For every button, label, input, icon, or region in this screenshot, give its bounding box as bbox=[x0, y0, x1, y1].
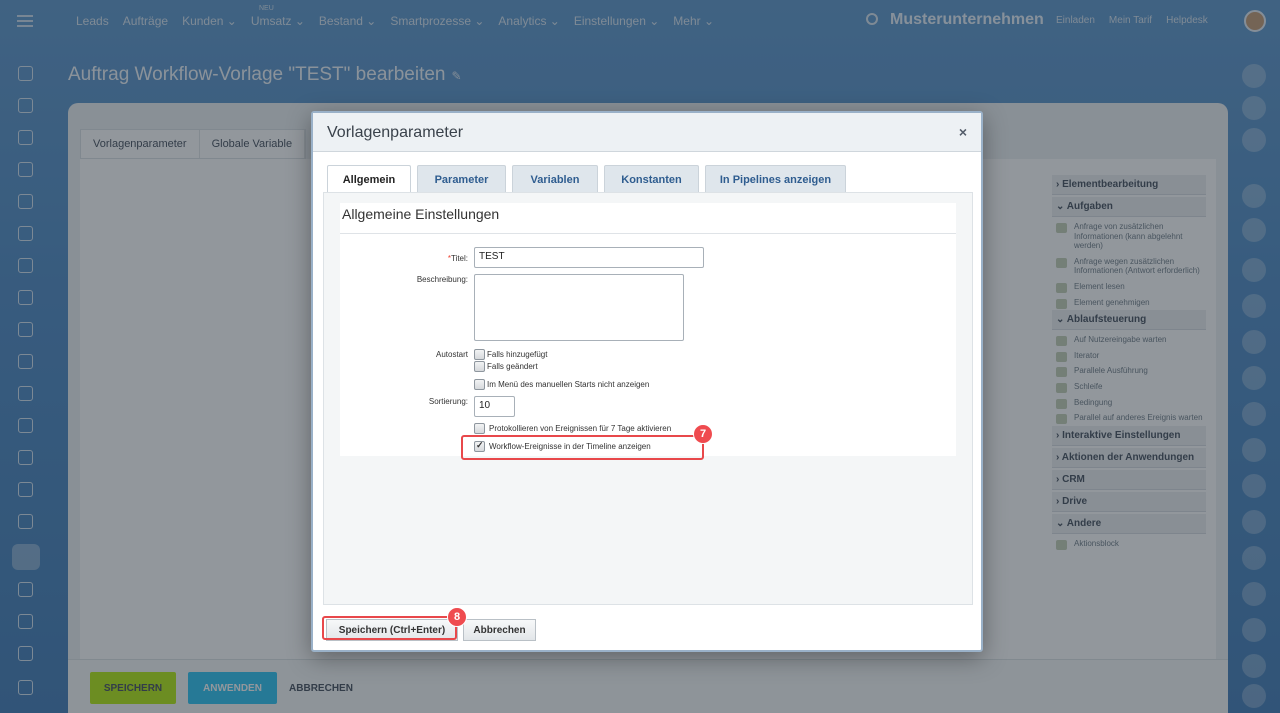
autostart-added-option[interactable]: Falls hinzugefügt bbox=[474, 349, 547, 360]
description-label: Beschreibung: bbox=[416, 275, 468, 284]
tab-pipelines[interactable]: In Pipelines anzeigen bbox=[705, 165, 846, 193]
autostart-added-checkbox[interactable] bbox=[474, 349, 485, 360]
save-highlight bbox=[322, 616, 457, 640]
general-settings-form: *Titel: TEST Beschreibung: Autostart Fal… bbox=[340, 234, 956, 456]
title-input[interactable]: TEST bbox=[474, 247, 704, 268]
log-events-label: Protokollieren von Ereignissen für 7 Tag… bbox=[489, 424, 672, 433]
hide-manual-checkbox[interactable] bbox=[474, 379, 485, 390]
tab-general[interactable]: Allgemein bbox=[327, 165, 411, 194]
title-label: *Titel: bbox=[348, 254, 468, 263]
dialog-title: Vorlagenparameter bbox=[327, 124, 464, 141]
template-params-dialog: Vorlagenparameter × Allgemein Parameter … bbox=[311, 111, 983, 652]
autostart-added-label: Falls hinzugefügt bbox=[487, 350, 548, 359]
hide-manual-option[interactable]: Im Menü des manuellen Starts nicht anzei… bbox=[474, 379, 649, 390]
tab-parameters[interactable]: Parameter bbox=[417, 165, 506, 193]
dialog-header: Vorlagenparameter × bbox=[313, 113, 981, 152]
title-label-text: Titel: bbox=[450, 254, 468, 263]
autostart-changed-checkbox[interactable] bbox=[474, 361, 485, 372]
section-title: Allgemeine Einstellungen bbox=[340, 203, 956, 233]
sort-label: Sortierung: bbox=[428, 397, 468, 406]
tab-variables[interactable]: Variablen bbox=[512, 165, 598, 193]
step-badge-7: 7 bbox=[693, 424, 713, 444]
timeline-highlight bbox=[461, 435, 704, 460]
autostart-changed-label: Falls geändert bbox=[487, 362, 538, 371]
hide-manual-label: Im Menü des manuellen Starts nicht anzei… bbox=[487, 380, 650, 389]
autostart-label: Autostart bbox=[435, 350, 468, 359]
log-events-checkbox[interactable] bbox=[474, 423, 485, 434]
autostart-changed-option[interactable]: Falls geändert bbox=[474, 361, 538, 372]
sort-input[interactable]: 10 bbox=[474, 396, 515, 417]
dialog-cancel-button[interactable]: Abbrechen bbox=[463, 619, 536, 641]
dialog-body: Allgemeine Einstellungen *Titel: TEST Be… bbox=[323, 192, 973, 605]
step-badge-8: 8 bbox=[447, 607, 467, 627]
tab-constants[interactable]: Konstanten bbox=[604, 165, 699, 193]
description-textarea[interactable] bbox=[474, 274, 684, 341]
log-events-option[interactable]: Protokollieren von Ereignissen für 7 Tag… bbox=[474, 423, 671, 434]
close-icon[interactable]: × bbox=[959, 124, 967, 140]
